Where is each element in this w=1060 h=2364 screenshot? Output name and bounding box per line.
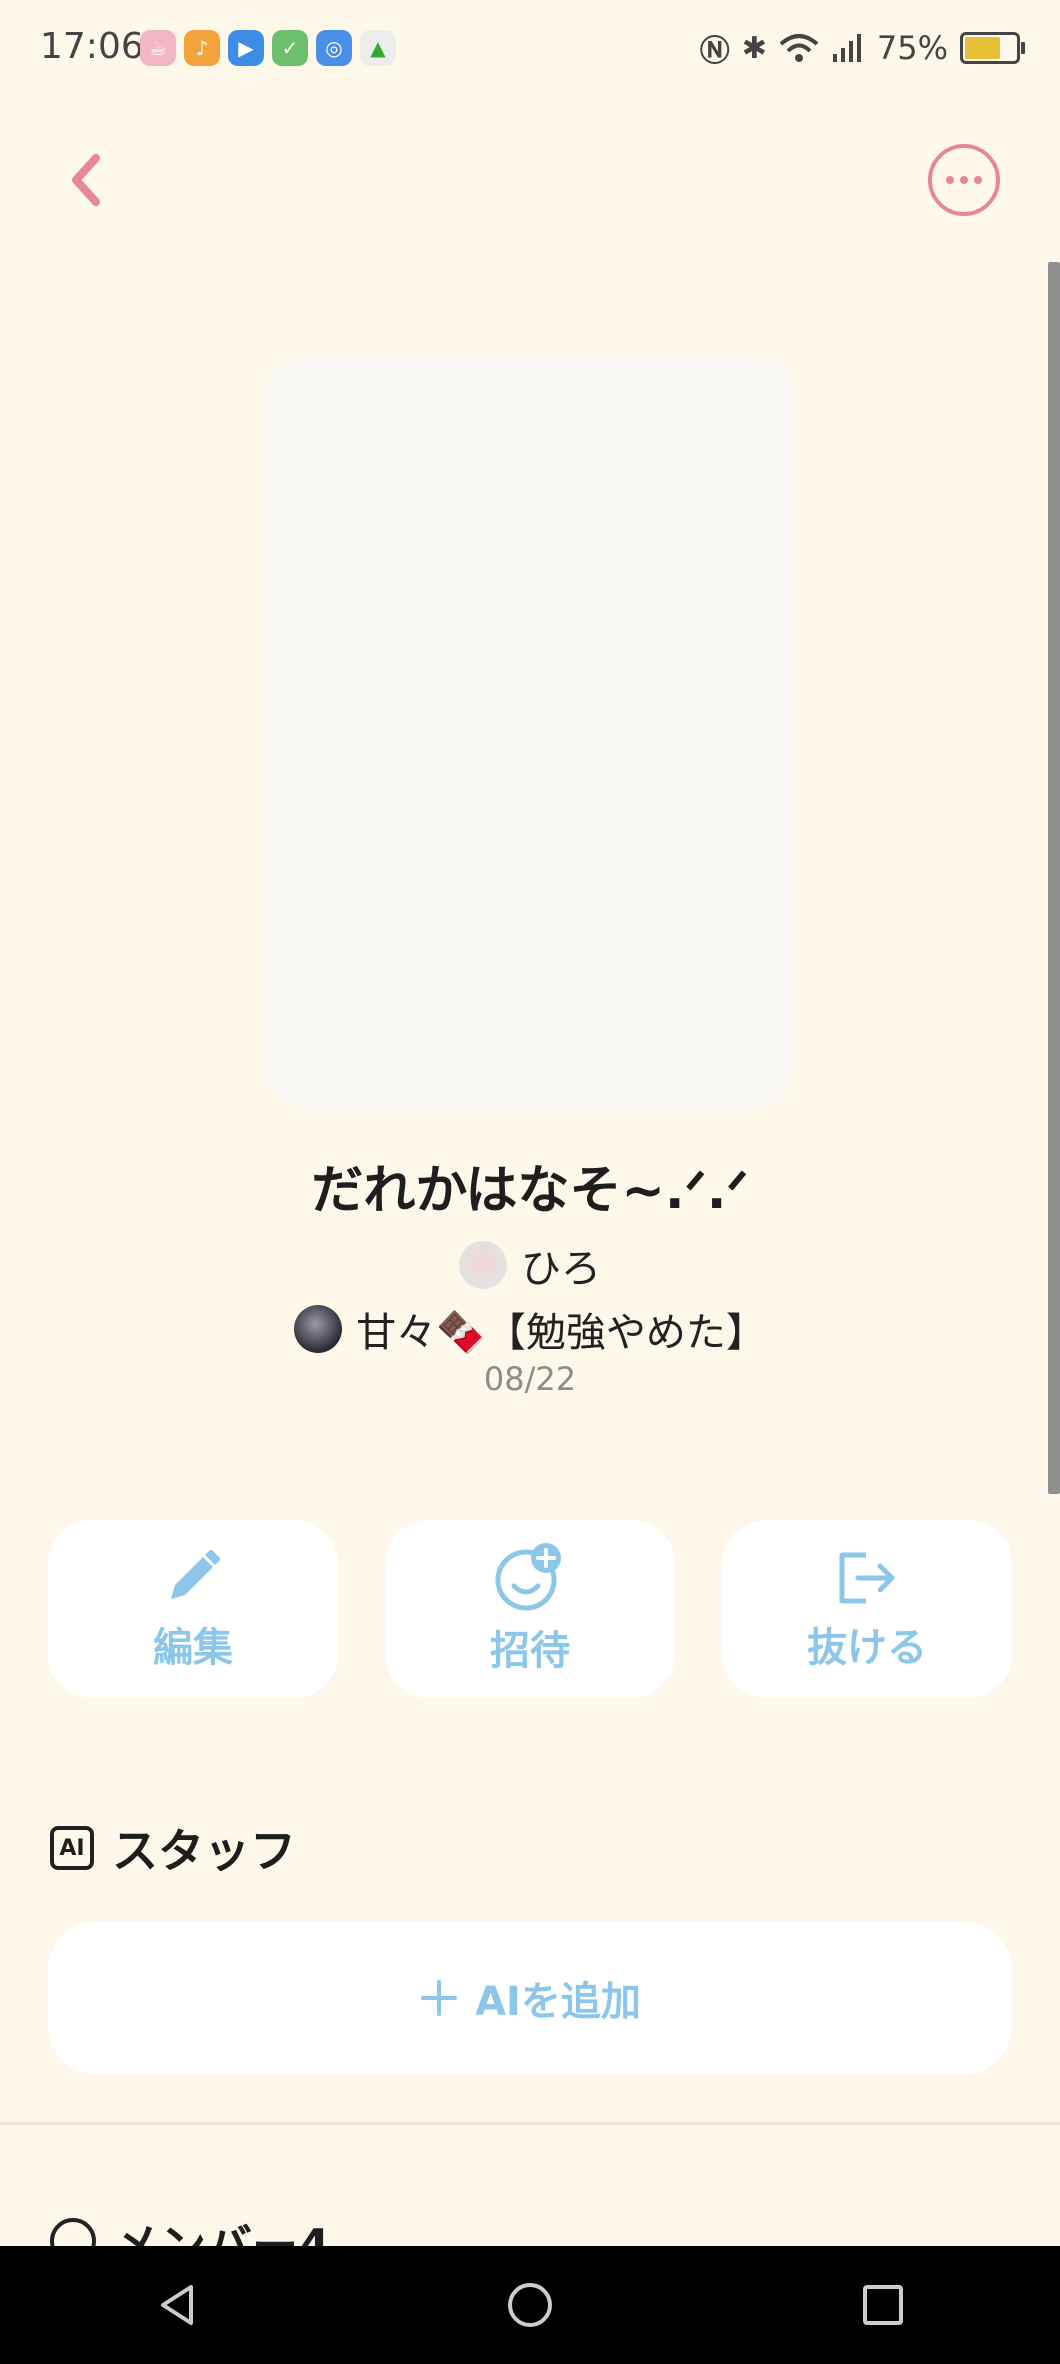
- plus-icon: [421, 1980, 458, 2016]
- photos-icon: ▲: [360, 30, 396, 66]
- group-title: だれかはなそ~.ᐟ.ᐟ: [311, 1161, 749, 1221]
- edit-button[interactable]: 編集: [48, 1520, 338, 1698]
- member-row[interactable]: 甘々🍫【勉強やめた】: [0, 1300, 1060, 1358]
- bluetooth-icon: ✱: [741, 30, 767, 66]
- dot: [974, 176, 982, 184]
- add-ai-button[interactable]: AIを追加: [48, 1922, 1012, 2074]
- nav-home-icon[interactable]: [506, 2281, 554, 2329]
- ai-icon: AI: [50, 1826, 94, 1870]
- leave-button[interactable]: 抜ける: [722, 1520, 1012, 1698]
- action-bar: 編集 招待 抜ける: [48, 1520, 1012, 1698]
- edit-label: 編集: [153, 1625, 233, 1671]
- clock-icon: ✓: [272, 30, 308, 66]
- nav-recents-icon[interactable]: [859, 2281, 907, 2329]
- more-horizontal-icon: [946, 176, 954, 184]
- section-divider: [0, 2122, 1060, 2125]
- tea-cup-icon: ☕: [140, 30, 176, 66]
- system-navigation-bar: [0, 2246, 1060, 2364]
- invite-label: 招待: [490, 1628, 570, 1674]
- wifi-icon: [779, 34, 819, 62]
- staff-section-title: スタッフ: [112, 1824, 296, 1878]
- owner-name: ひろ: [521, 1246, 601, 1292]
- signal-icon: [832, 34, 861, 62]
- battery-percent: 75%: [876, 29, 948, 67]
- music-icon: ♪: [184, 30, 220, 66]
- staff-section-header: AI スタッフ: [50, 1815, 296, 1881]
- dot: [960, 176, 968, 184]
- browser-icon: ◎: [316, 30, 352, 66]
- back-button[interactable]: [60, 140, 120, 220]
- leave-label: 抜ける: [807, 1625, 927, 1671]
- system-tray: Ⓝ ✱ 75%: [699, 26, 1025, 70]
- add-friend-icon: [495, 1543, 561, 1611]
- owner-row[interactable]: ひろ: [0, 1236, 1060, 1294]
- nav-back-icon[interactable]: [153, 2281, 201, 2329]
- pencil-icon: [171, 1550, 220, 1599]
- chevron-left-icon: [72, 154, 100, 206]
- group-cover-image: [264, 356, 796, 1108]
- group-date: 08/22: [483, 1360, 577, 1398]
- leave-icon: [839, 1552, 895, 1604]
- add-ai-label: AIを追加: [475, 1979, 641, 2025]
- notification-icons: ☕ ♪ ▶ ✓ ◎ ▲: [140, 30, 396, 66]
- member-avatar: [294, 1305, 343, 1353]
- member-name: 甘々🍫【勉強やめた】: [356, 1310, 766, 1356]
- battery-icon: [960, 32, 1025, 64]
- invite-button[interactable]: 招待: [385, 1520, 675, 1698]
- nfc-icon: Ⓝ: [699, 34, 730, 69]
- members-section-header: メンバー4: [50, 2218, 330, 2246]
- status-bar: 17:06 ☕ ♪ ▶ ✓ ◎ ▲ Ⓝ ✱ 75%: [0, 0, 1060, 100]
- owner-avatar: [459, 1241, 507, 1289]
- members-icon: [50, 2218, 96, 2246]
- members-section-title: メンバー4: [114, 2219, 331, 2246]
- video-icon: ▶: [228, 30, 264, 66]
- status-time: 17:06: [40, 26, 144, 67]
- more-options-button[interactable]: [928, 144, 1000, 216]
